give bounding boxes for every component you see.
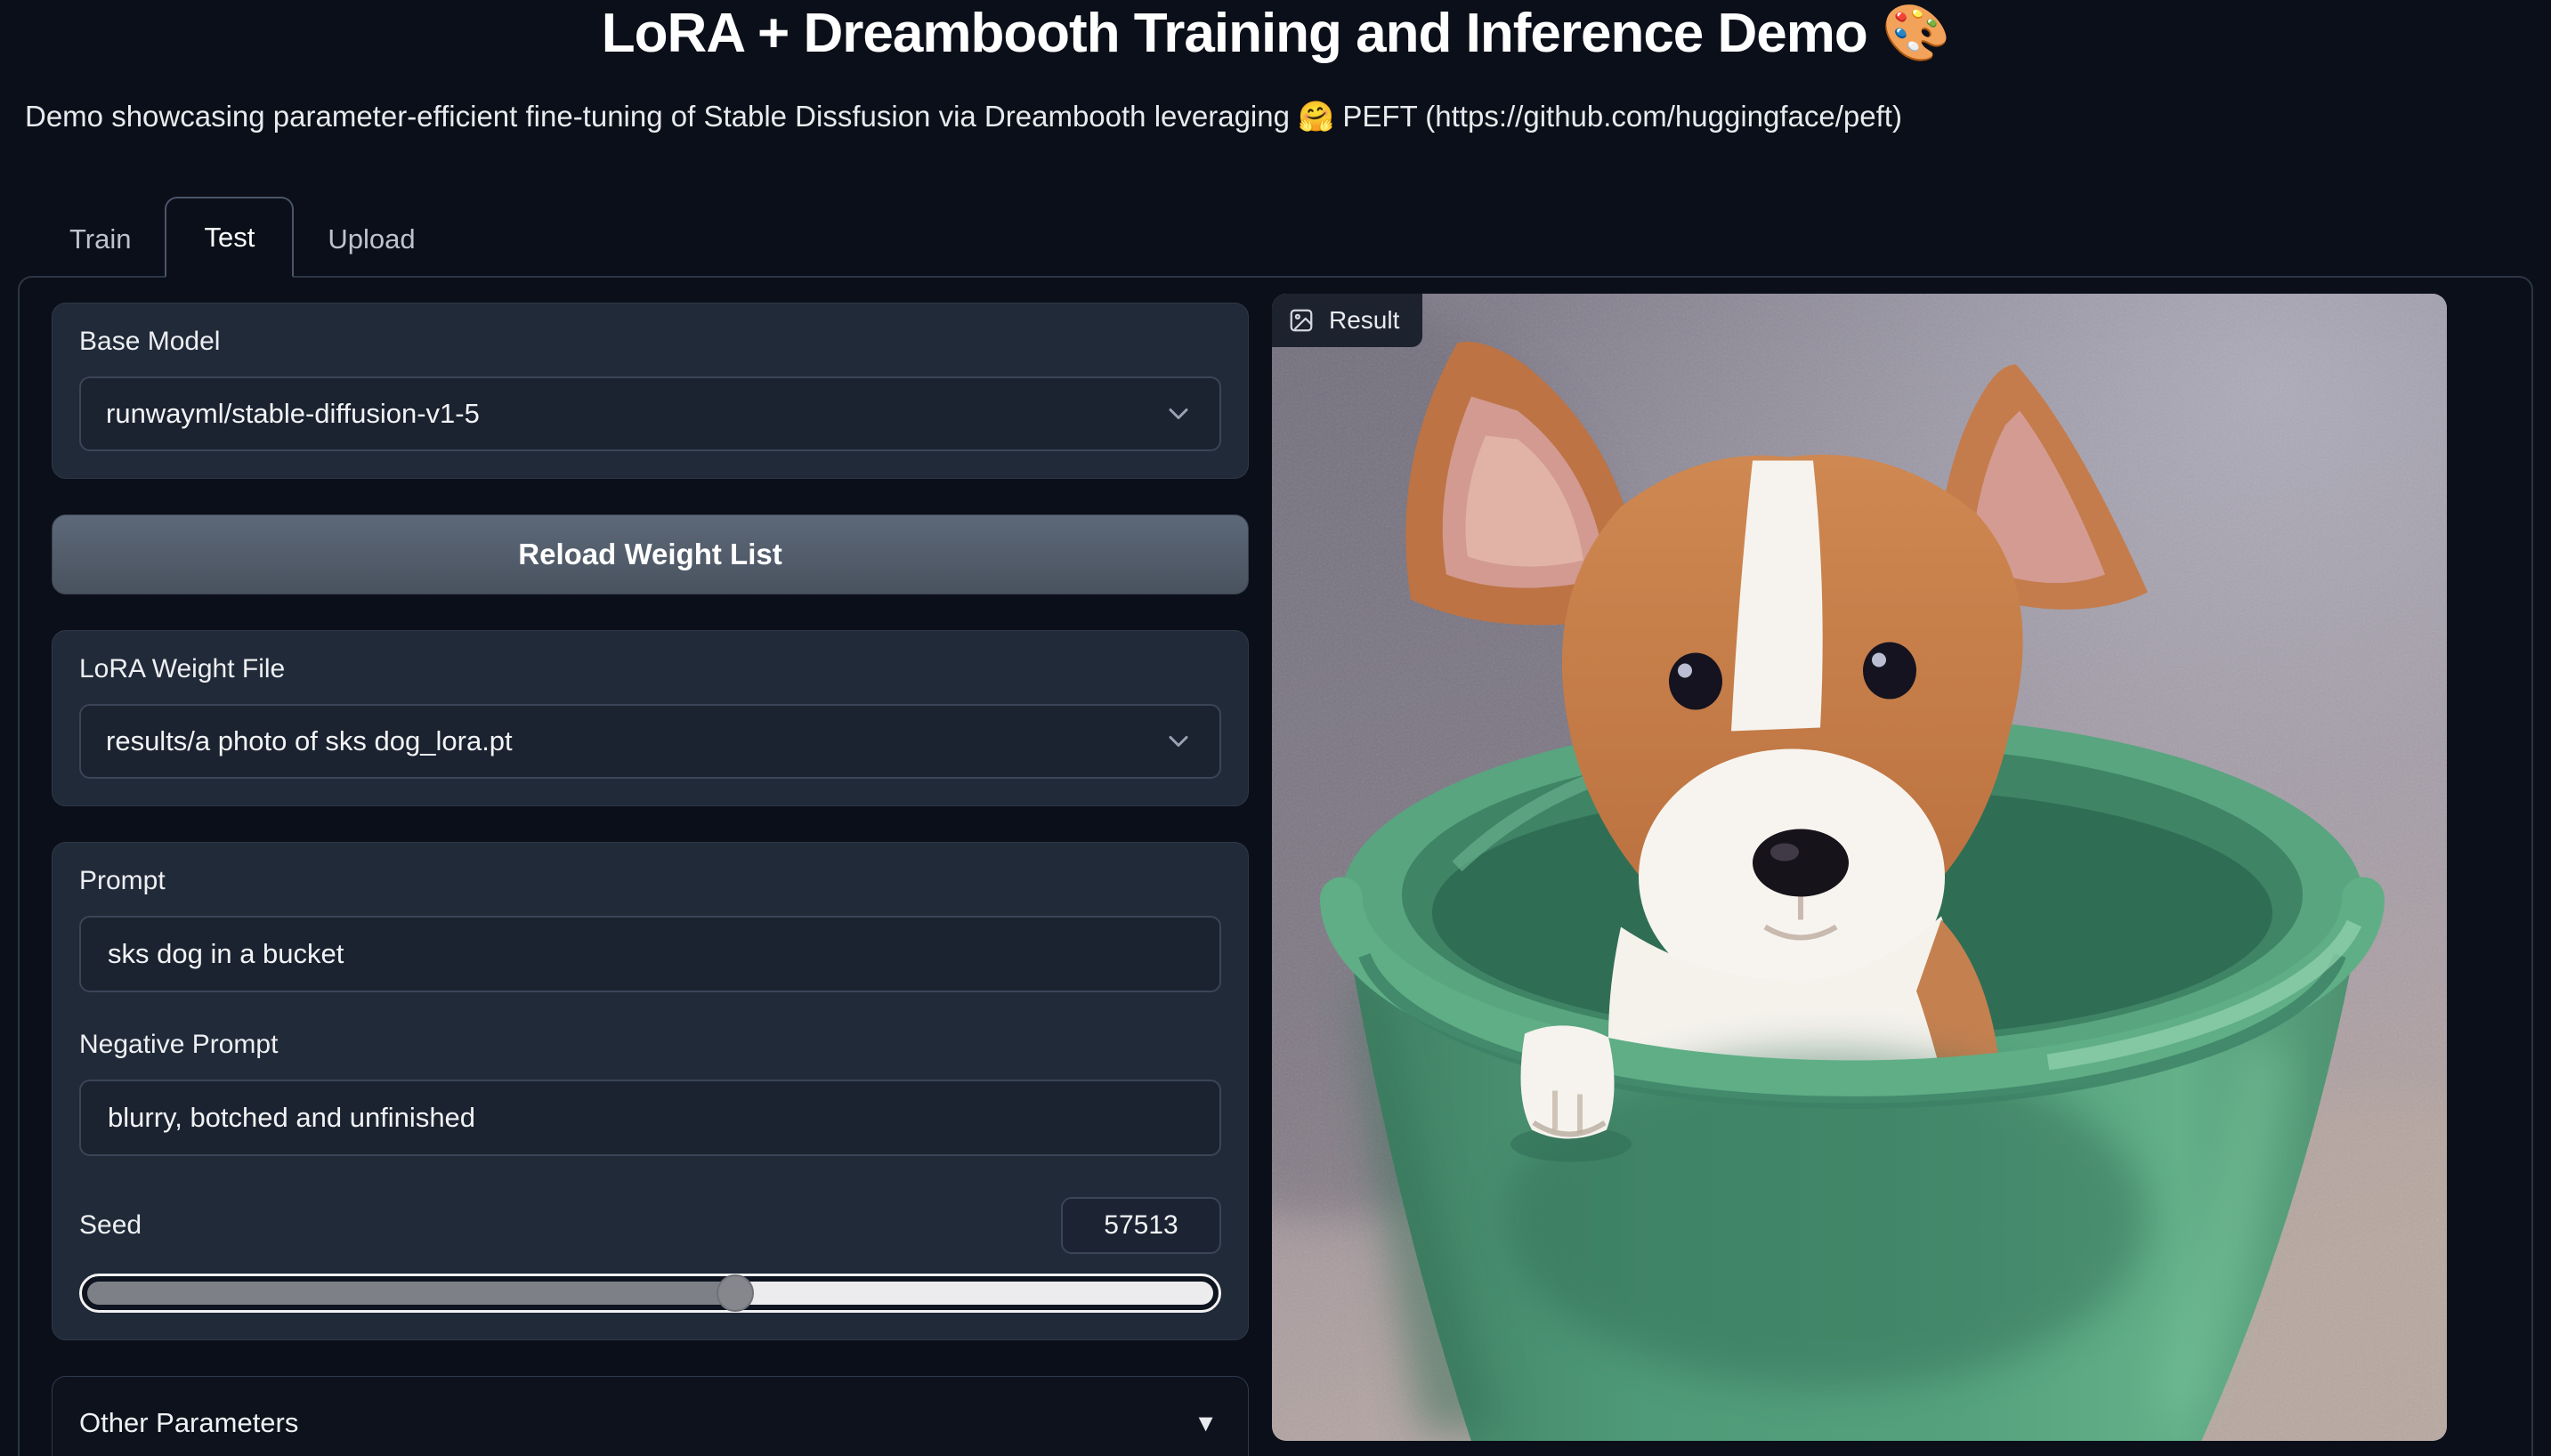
lora-weight-file-value: results/a photo of sks dog_lora.pt — [106, 725, 513, 757]
base-model-card: Base Model runwayml/stable-diffusion-v1-… — [52, 303, 1249, 479]
reload-weight-list-button[interactable]: Reload Weight List — [52, 514, 1249, 595]
base-model-label: Base Model — [79, 327, 1221, 357]
other-parameters-header[interactable]: Other Parameters ▼ — [79, 1407, 1218, 1439]
lora-weight-file-card: LoRA Weight File results/a photo of sks … — [52, 630, 1249, 806]
seed-value-input[interactable]: 57513 — [1061, 1197, 1221, 1254]
negative-prompt-label: Negative Prompt — [79, 1030, 1221, 1060]
tab-upload[interactable]: Upload — [294, 202, 449, 276]
seed-slider[interactable] — [79, 1274, 1221, 1313]
tab-train[interactable]: Train — [36, 202, 165, 276]
chevron-down-icon — [1162, 398, 1195, 430]
form-column: Base Model runwayml/stable-diffusion-v1-… — [52, 294, 1249, 1456]
chevron-down-icon — [1162, 725, 1195, 757]
image-icon — [1288, 307, 1315, 334]
lora-weight-file-dropdown[interactable]: results/a photo of sks dog_lora.pt — [79, 704, 1221, 779]
result-badge: Result — [1272, 294, 1422, 347]
negative-prompt-input[interactable]: blurry, botched and unfinished — [79, 1080, 1221, 1156]
base-model-dropdown[interactable]: runwayml/stable-diffusion-v1-5 — [79, 376, 1221, 451]
prompt-card: Prompt sks dog in a bucket Negative Prom… — [52, 842, 1249, 1340]
tab-panel-test: Base Model runwayml/stable-diffusion-v1-… — [18, 276, 2533, 1456]
page-subtitle: Demo showcasing parameter-efficient fine… — [25, 100, 2533, 134]
seed-row: Seed 57513 — [79, 1197, 1221, 1254]
lora-weight-file-label: LoRA Weight File — [79, 654, 1221, 684]
result-label: Result — [1329, 306, 1399, 335]
page-title: LoRA + Dreambooth Training and Inference… — [18, 4, 2533, 64]
tab-test[interactable]: Test — [165, 197, 294, 278]
app: LoRA + Dreambooth Training and Inference… — [0, 0, 2551, 1456]
result-image[interactable] — [1272, 294, 2447, 1441]
accordion-caret-icon: ▼ — [1194, 1410, 1218, 1437]
tabbar: Train Test Upload — [18, 197, 2533, 276]
base-model-value: runwayml/stable-diffusion-v1-5 — [106, 398, 480, 430]
prompt-label: Prompt — [79, 866, 1221, 896]
other-parameters-label: Other Parameters — [79, 1407, 298, 1439]
seed-label: Seed — [79, 1210, 142, 1241]
prompt-input[interactable]: sks dog in a bucket — [79, 916, 1221, 992]
seed-slider-thumb[interactable] — [717, 1274, 754, 1312]
other-parameters-accordion: Other Parameters ▼ — [52, 1376, 1249, 1456]
seed-slider-track[interactable] — [87, 1282, 1213, 1305]
result-image-block: Result — [1272, 294, 2447, 1441]
